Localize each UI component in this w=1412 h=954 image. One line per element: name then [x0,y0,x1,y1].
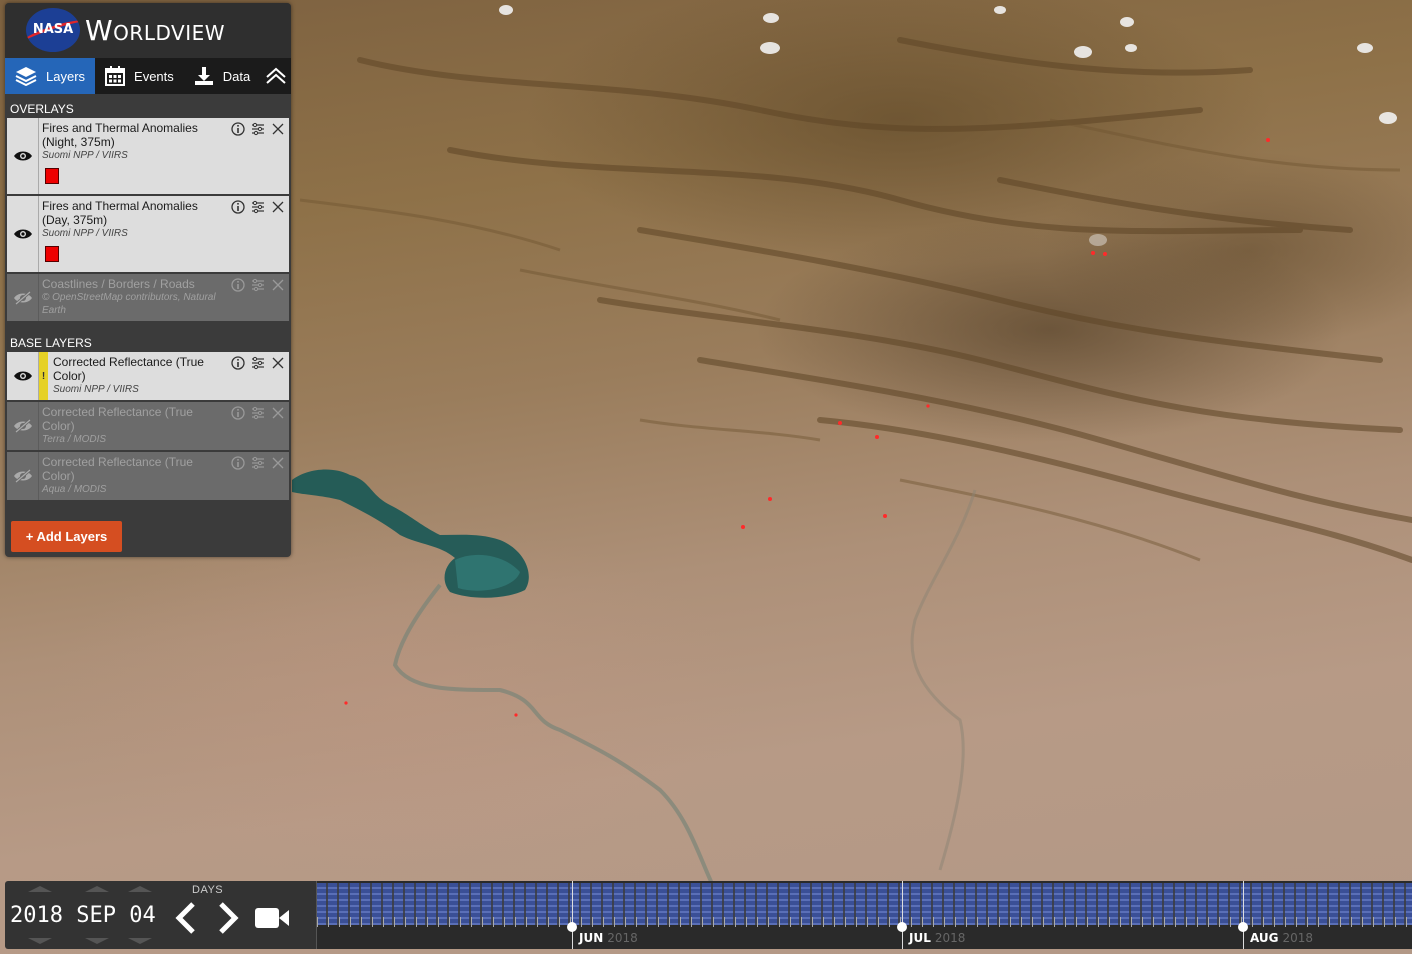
month-marker[interactable] [897,922,907,932]
year-down-arrow-icon[interactable] [28,938,52,944]
day-down-arrow-icon[interactable] [128,938,152,944]
visibility-toggle[interactable] [7,274,39,321]
eye-slash-icon [13,419,32,433]
interval-label[interactable]: DAYS [192,884,223,896]
timeline-track[interactable]: JUN 2018 JUL 2018 AUG 2018 [316,881,1412,949]
layer-options-icon[interactable] [251,278,265,292]
date-year[interactable]: 2018 [10,903,63,928]
month-down-arrow-icon[interactable] [85,938,109,944]
brand-header[interactable]: NASA Worldview [5,3,291,58]
month-up-arrow-icon[interactable] [85,886,109,892]
tab-data[interactable]: Data [184,58,260,94]
layer-source: Suomi NPP / VIIRS [42,150,128,161]
layer-item[interactable]: ! Corrected Reflectance (True Color) Suo… [7,352,289,402]
eye-slash-icon [13,290,32,305]
layer-item[interactable]: Corrected Reflectance (True Color) Aqua … [7,452,289,502]
layer-title: Fires and Thermal Anomalies (Night, 375m… [42,121,198,149]
tab-events[interactable]: Events [95,58,184,94]
date-selector: 2018 SEP 04 [5,881,165,949]
year-up-arrow-icon[interactable] [28,886,52,892]
month-divider [902,881,903,949]
legend-swatch [45,246,59,262]
month-label: AUG 2018 [1250,931,1314,945]
tab-layers-label: Layers [46,68,86,84]
remove-layer-icon[interactable] [271,278,285,292]
visibility-toggle[interactable] [7,118,39,194]
layer-item[interactable]: Coastlines / Borders / Roads © OpenStree… [7,274,289,323]
app-title: Worldview [85,14,226,47]
info-icon[interactable] [231,406,245,420]
base-layers-heading: BASE LAYERS [10,336,92,350]
layer-source: Aqua / MODIS [42,484,107,495]
date-display[interactable]: 2018 SEP 04 [10,903,156,928]
tab-events-label: Events [134,68,174,84]
eye-icon [13,229,32,239]
month-marker[interactable] [567,922,577,932]
layer-options-icon[interactable] [251,406,265,420]
layer-title: Corrected Reflectance (True Color) [42,455,193,483]
remove-layer-icon[interactable] [271,456,285,470]
visibility-toggle[interactable] [7,402,39,450]
visibility-toggle[interactable] [7,196,39,272]
remove-layer-icon[interactable] [271,406,285,420]
remove-layer-icon[interactable] [271,200,285,214]
month-label: JUL 2018 [909,931,966,945]
layer-title: Corrected Reflectance (True Color) [42,405,193,433]
layer-source: Terra / MODIS [42,434,107,445]
info-icon[interactable] [231,200,245,214]
layer-options-icon[interactable] [251,200,265,214]
warning-indicator[interactable]: ! [39,352,48,400]
layer-source: Suomi NPP / VIIRS [53,384,139,395]
month-divider [572,881,573,949]
next-day-icon[interactable] [213,901,243,935]
sidebar: NASA Worldview Layers Events Data OVERLA… [5,3,291,557]
info-icon[interactable] [231,278,245,292]
layer-source: Suomi NPP / VIIRS [42,228,128,239]
legend-swatch [45,168,59,184]
info-icon[interactable] [231,456,245,470]
layer-item[interactable]: Fires and Thermal Anomalies (Night, 375m… [7,118,289,196]
collapse-chevron-icon[interactable] [265,65,287,87]
previous-day-icon[interactable] [171,901,201,935]
layer-item[interactable]: Corrected Reflectance (True Color) Terra… [7,402,289,452]
tab-data-label: Data [222,68,251,84]
date-month[interactable]: SEP [76,903,116,928]
layer-options-icon[interactable] [251,456,265,470]
layer-source: © OpenStreetMap contributors, Natural Ea… [42,292,216,316]
tab-layers[interactable]: Layers [5,58,96,94]
visibility-toggle[interactable] [7,452,39,500]
remove-layer-icon[interactable] [271,122,285,136]
layer-title: Corrected Reflectance (True Color) [53,355,204,383]
layers-icon [15,67,37,86]
calendar-icon [105,66,126,86]
remove-layer-icon[interactable] [271,356,285,370]
month-divider [1243,881,1244,949]
nasa-logo: NASA [26,8,80,52]
month-label: JUN 2018 [579,931,638,945]
day-up-arrow-icon[interactable] [128,886,152,892]
info-icon[interactable] [231,356,245,370]
layer-options-icon[interactable] [251,356,265,370]
sidebar-tabs: Layers Events Data [5,58,291,94]
video-camera-icon[interactable] [253,904,291,932]
add-layers-button[interactable]: + Add Layers [11,521,122,552]
date-day[interactable]: 04 [129,903,156,928]
layer-title: Fires and Thermal Anomalies (Day, 375m) [42,199,198,227]
timeline: 2018 SEP 04 DAYS JUN 2018 JUL 2018 AUG 2018 [5,881,1412,949]
info-icon[interactable] [231,122,245,136]
month-marker[interactable] [1238,922,1248,932]
layer-item[interactable]: Fires and Thermal Anomalies (Day, 375m) … [7,196,289,274]
layer-options-icon[interactable] [251,122,265,136]
visibility-toggle[interactable] [7,352,39,400]
overlays-heading: OVERLAYS [10,102,74,116]
eye-icon [13,151,32,161]
eye-slash-icon [13,469,32,483]
layer-title: Coastlines / Borders / Roads [42,277,195,291]
download-icon [194,67,213,85]
eye-icon [13,371,32,381]
